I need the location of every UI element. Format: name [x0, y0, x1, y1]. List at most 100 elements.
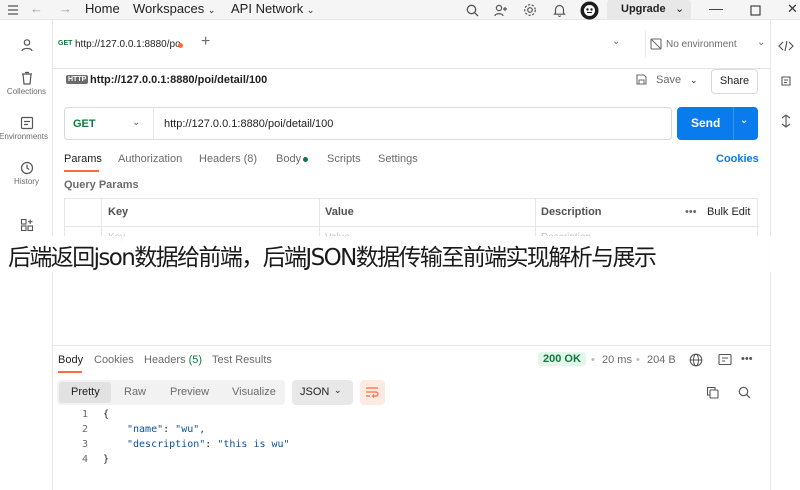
tab-headers[interactable]: Headers (8): [199, 153, 257, 165]
sidebar-item-environments[interactable]: Environments: [0, 116, 53, 141]
home-link[interactable]: Home: [85, 1, 120, 16]
response-time[interactable]: 20 ms: [602, 354, 632, 366]
upgrade-button[interactable]: Upgrade ⌄: [607, 0, 691, 20]
response-tab-body[interactable]: Body: [58, 354, 83, 366]
avatar[interactable]: [579, 0, 599, 20]
send-dropdown-chevron-icon[interactable]: ⌄: [740, 115, 748, 126]
language-label: JSON: [300, 386, 330, 398]
separator-dot: •: [636, 354, 640, 366]
notification-bell-icon[interactable]: [551, 2, 567, 18]
sidebar-item-history[interactable]: History: [0, 161, 53, 186]
save-response-icon[interactable]: [718, 353, 732, 366]
share-button[interactable]: Share: [711, 69, 758, 94]
chevron-down-icon[interactable]: ⌄: [132, 117, 140, 128]
user-icon: [20, 39, 33, 52]
save-dropdown-chevron-icon[interactable]: ⌄: [690, 75, 698, 86]
column-header-value: Value: [325, 206, 354, 218]
chevron-down-icon: ⌄: [334, 385, 342, 395]
tab-body[interactable]: Body: [276, 153, 301, 165]
query-params-title: Query Params: [64, 179, 139, 191]
environment-selector[interactable]: No environment ⌄: [645, 31, 770, 57]
tab-authorization[interactable]: Authorization: [118, 153, 182, 165]
method-select[interactable]: GET: [73, 118, 96, 130]
json-value: "this is wu": [217, 439, 290, 450]
request-title[interactable]: http://127.0.0.1:8880/poi/detail/100: [90, 74, 267, 86]
tab-params[interactable]: Params: [64, 153, 102, 165]
api-network-menu[interactable]: API Network ⌄: [231, 1, 314, 16]
search-icon[interactable]: [738, 386, 751, 399]
sidebar-item-label: Collections: [6, 87, 47, 96]
menu-icon[interactable]: [5, 2, 21, 18]
back-arrow-icon[interactable]: ←: [30, 1, 43, 16]
maximize-icon[interactable]: [747, 2, 763, 18]
format-visualize[interactable]: Visualize: [232, 386, 276, 398]
column-header-key: Key: [108, 206, 129, 218]
apps-icon: [20, 218, 33, 232]
code-line: {: [103, 409, 110, 420]
documentation-icon[interactable]: [780, 75, 792, 87]
divider: [153, 108, 154, 139]
code-line: "name": "wu",: [127, 424, 206, 435]
response-tab-test-results[interactable]: Test Results: [212, 354, 272, 366]
format-segmented-control: Pretty Raw Preview Visualize: [57, 380, 285, 405]
response-tab-headers[interactable]: Headers (5): [144, 354, 202, 366]
headers-count: (5): [188, 354, 203, 366]
new-tab-plus-icon[interactable]: +: [201, 33, 210, 51]
sidebar-item-collections[interactable]: Collections: [0, 71, 53, 96]
more-options-icon[interactable]: •••: [685, 206, 697, 218]
unsaved-dot: [178, 43, 183, 48]
url-input[interactable]: http://127.0.0.1:8880/poi/detail/100: [164, 118, 333, 130]
chevron-down-icon: ⌄: [675, 3, 685, 15]
minimize-icon[interactable]: —: [709, 0, 723, 16]
sidebar-item-user[interactable]: [0, 38, 53, 54]
copy-icon[interactable]: [706, 386, 719, 399]
json-key: "description": [127, 439, 206, 450]
sidebar-item-apps[interactable]: [0, 218, 53, 234]
request-tab[interactable]: GET http://127.0.0.1:8880/po: [53, 31, 192, 59]
tab-url: http://127.0.0.1:8880/po: [75, 39, 181, 50]
url-bar: GET ⌄ http://127.0.0.1:8880/poi/detail/1…: [64, 107, 672, 140]
response-size[interactable]: 204 B: [647, 354, 676, 366]
workspaces-menu[interactable]: Workspaces ⌄: [133, 1, 215, 16]
bulk-edit-link[interactable]: Bulk Edit: [707, 206, 750, 218]
code-icon[interactable]: [778, 40, 794, 52]
history-icon: [20, 161, 33, 175]
more-options-icon[interactable]: •••: [741, 353, 753, 365]
json-key: "name": [127, 424, 164, 435]
caption-text: 后端返回json数据给前端，后端JSON数据传输至前端实现解析与展示: [8, 245, 657, 271]
wrap-lines-button[interactable]: [360, 380, 385, 405]
invite-user-icon[interactable]: [493, 2, 509, 18]
related-icon[interactable]: [780, 114, 792, 128]
wrap-lines-icon: [366, 387, 379, 398]
format-pretty[interactable]: Pretty: [71, 386, 100, 398]
close-window-icon[interactable]: ✕: [787, 1, 798, 17]
http-badge-icon: HTTP: [66, 75, 89, 84]
cookies-link[interactable]: Cookies: [716, 153, 759, 165]
upgrade-label: Upgrade: [621, 3, 666, 15]
api-network-label: API Network: [231, 1, 304, 16]
column-header-description: Description: [541, 206, 602, 218]
send-label: Send: [691, 116, 721, 130]
forward-arrow-icon[interactable]: →: [59, 1, 72, 16]
response-tab-cookies[interactable]: Cookies: [94, 354, 134, 366]
format-preview[interactable]: Preview: [170, 386, 209, 398]
tab-scripts[interactable]: Scripts: [327, 153, 361, 165]
line-number: 3: [81, 439, 88, 450]
search-icon[interactable]: [464, 2, 480, 18]
tab-method: GET: [58, 40, 73, 47]
environment-icon: [20, 116, 33, 130]
globe-icon[interactable]: [689, 353, 703, 367]
format-raw[interactable]: Raw: [124, 386, 146, 398]
tab-settings[interactable]: Settings: [378, 153, 418, 165]
code-line: }: [103, 454, 110, 465]
response-tab-headers-label: Headers: [144, 354, 186, 366]
save-icon: [636, 74, 647, 85]
settings-gear-icon[interactable]: [522, 2, 538, 18]
send-button[interactable]: Send ⌄: [677, 107, 758, 140]
tabs-dropdown-chevron-icon[interactable]: ⌄: [612, 36, 620, 47]
status-badge[interactable]: 200 OK: [538, 352, 586, 366]
divider: [65, 226, 759, 227]
workspaces-label: Workspaces: [133, 1, 205, 16]
chevron-down-icon: ⌄: [757, 37, 766, 48]
language-select[interactable]: JSON ⌄: [292, 380, 353, 405]
